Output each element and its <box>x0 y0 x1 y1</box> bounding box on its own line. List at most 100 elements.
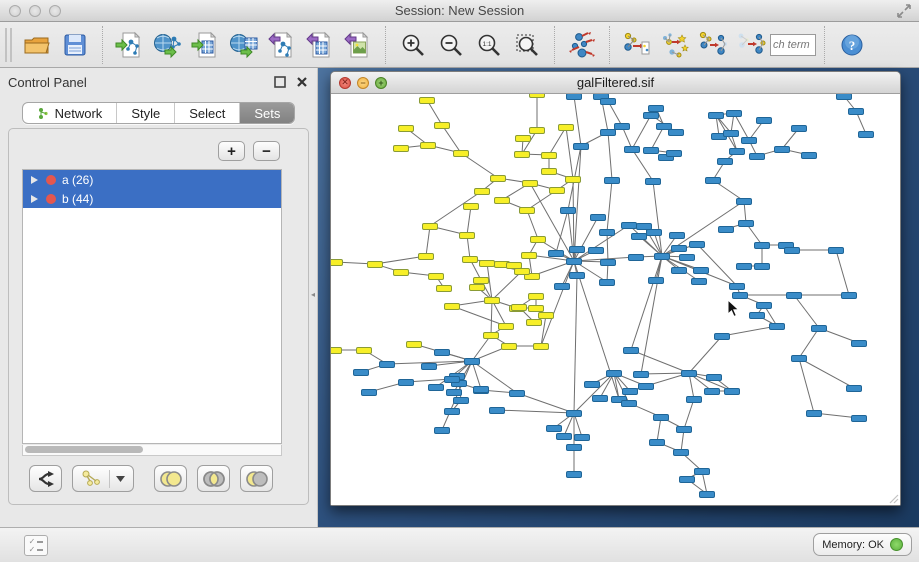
zoom-in-button[interactable] <box>394 26 432 64</box>
graph-node-blue[interactable] <box>588 247 604 254</box>
graph-node-blue[interactable] <box>736 198 752 205</box>
graph-node-blue[interactable] <box>566 471 582 478</box>
graph-node-yellow[interactable] <box>367 261 383 268</box>
graph-node-blue[interactable] <box>738 220 754 227</box>
toolbar-grip[interactable] <box>5 28 12 62</box>
graph-node-yellow[interactable] <box>514 268 530 275</box>
graph-node-blue[interactable] <box>592 395 608 402</box>
graph-node-blue[interactable] <box>569 272 585 279</box>
graph-node-blue[interactable] <box>621 222 637 229</box>
resize-grip-icon[interactable] <box>887 492 899 504</box>
export-image-button[interactable] <box>339 26 377 64</box>
graph-node-blue[interactable] <box>686 396 702 403</box>
graph-node-yellow[interactable] <box>530 236 546 243</box>
graph-node-blue[interactable] <box>858 131 874 138</box>
network-window-titlebar[interactable]: ✕ − + galFiltered.sif <box>331 72 900 94</box>
window-titlebar[interactable]: Session: New Session <box>0 0 919 22</box>
graph-node-yellow[interactable] <box>398 125 414 132</box>
graph-node-blue[interactable] <box>546 425 562 432</box>
graph-node-yellow[interactable] <box>528 293 544 300</box>
tab-style[interactable]: Style <box>117 103 175 123</box>
import-network-web-button[interactable] <box>149 26 187 64</box>
graph-node-blue[interactable] <box>669 232 685 239</box>
graph-node-blue[interactable] <box>353 369 369 376</box>
graph-node-yellow[interactable] <box>331 347 342 354</box>
tab-network[interactable]: Network <box>23 103 118 123</box>
graph-node-blue[interactable] <box>421 363 437 370</box>
zoom-actual-size-button[interactable]: 1:1 <box>470 26 508 64</box>
graph-node-blue[interactable] <box>769 323 785 330</box>
graph-node-blue[interactable] <box>648 277 664 284</box>
graph-node-yellow[interactable] <box>514 151 530 158</box>
graph-node-yellow[interactable] <box>483 332 499 339</box>
close-panel-icon[interactable] <box>295 75 309 89</box>
graph-node-blue[interactable] <box>691 278 707 285</box>
graph-node-blue[interactable] <box>774 146 790 153</box>
remove-set-button[interactable]: − <box>253 141 280 161</box>
graph-node-blue[interactable] <box>434 427 450 434</box>
graph-node-blue[interactable] <box>444 376 460 383</box>
graph-node-yellow[interactable] <box>393 269 409 276</box>
graph-node-blue[interactable] <box>638 383 654 390</box>
graph-node-blue[interactable] <box>717 158 733 165</box>
graph-node-blue[interactable] <box>681 370 697 377</box>
graph-node-yellow[interactable] <box>549 187 565 194</box>
graph-node-blue[interactable] <box>756 302 772 309</box>
graph-node-blue[interactable] <box>846 385 862 392</box>
dropdown-arrow-icon[interactable] <box>116 476 125 482</box>
graph-node-blue[interactable] <box>645 178 661 185</box>
panel-collapse-arrow[interactable]: ◂ <box>311 290 318 300</box>
graph-node-yellow[interactable] <box>453 150 469 157</box>
graph-node-blue[interactable] <box>811 325 827 332</box>
graph-node-blue[interactable] <box>736 263 752 270</box>
help-button[interactable]: ? <box>833 26 871 64</box>
graph-node-blue[interactable] <box>600 259 616 266</box>
graph-node-blue[interactable] <box>361 389 377 396</box>
graph-node-blue[interactable] <box>705 177 721 184</box>
hide-selection-button[interactable] <box>694 26 732 64</box>
graph-node-blue[interactable] <box>689 241 705 248</box>
graph-node-blue[interactable] <box>599 279 615 286</box>
graph-node-blue[interactable] <box>671 245 687 252</box>
graph-node-blue[interactable] <box>489 407 505 414</box>
graph-node-blue[interactable] <box>706 374 722 381</box>
graph-node-blue[interactable] <box>729 148 745 155</box>
graph-node-blue[interactable] <box>599 229 615 236</box>
graph-node-yellow[interactable] <box>459 232 475 239</box>
difference-button[interactable] <box>240 465 273 492</box>
graph-node-yellow[interactable] <box>565 176 581 183</box>
fullscreen-icon[interactable] <box>897 4 911 18</box>
graph-node-blue[interactable] <box>693 267 709 274</box>
graph-node-blue[interactable] <box>828 247 844 254</box>
graph-node-yellow[interactable] <box>538 312 554 319</box>
graph-node-yellow[interactable] <box>463 203 479 210</box>
graph-node-blue[interactable] <box>646 229 662 236</box>
graph-node-blue[interactable] <box>398 379 414 386</box>
graph-node-blue[interactable] <box>428 384 444 391</box>
graph-node-blue[interactable] <box>654 253 670 260</box>
graph-node-blue[interactable] <box>566 258 582 265</box>
graph-node-blue[interactable] <box>671 267 687 274</box>
add-set-button[interactable]: + <box>218 141 245 161</box>
graph-node-yellow[interactable] <box>498 323 514 330</box>
graph-node-blue[interactable] <box>656 123 672 130</box>
graph-node-yellow[interactable] <box>522 180 538 187</box>
graph-node-blue[interactable] <box>679 476 695 483</box>
create-set-from-network-button[interactable] <box>72 465 134 492</box>
import-table-file-button[interactable] <box>187 26 225 64</box>
graph-node-blue[interactable] <box>622 388 638 395</box>
graph-node-yellow[interactable] <box>356 347 372 354</box>
graph-node-blue[interactable] <box>566 94 582 100</box>
network-window[interactable]: ✕ − + galFiltered.sif <box>330 71 901 506</box>
graph-node-yellow[interactable] <box>541 152 557 159</box>
graph-node-blue[interactable] <box>590 214 606 221</box>
graph-node-yellow[interactable] <box>473 277 489 284</box>
import-network-file-button[interactable] <box>111 26 149 64</box>
graph-node-blue[interactable] <box>848 108 864 115</box>
graph-node-blue[interactable] <box>600 98 616 105</box>
graph-node-yellow[interactable] <box>474 188 490 195</box>
graph-node-yellow[interactable] <box>494 197 510 204</box>
graph-node-blue[interactable] <box>724 388 740 395</box>
graph-node-blue[interactable] <box>509 390 525 397</box>
graph-node-blue[interactable] <box>560 207 576 214</box>
